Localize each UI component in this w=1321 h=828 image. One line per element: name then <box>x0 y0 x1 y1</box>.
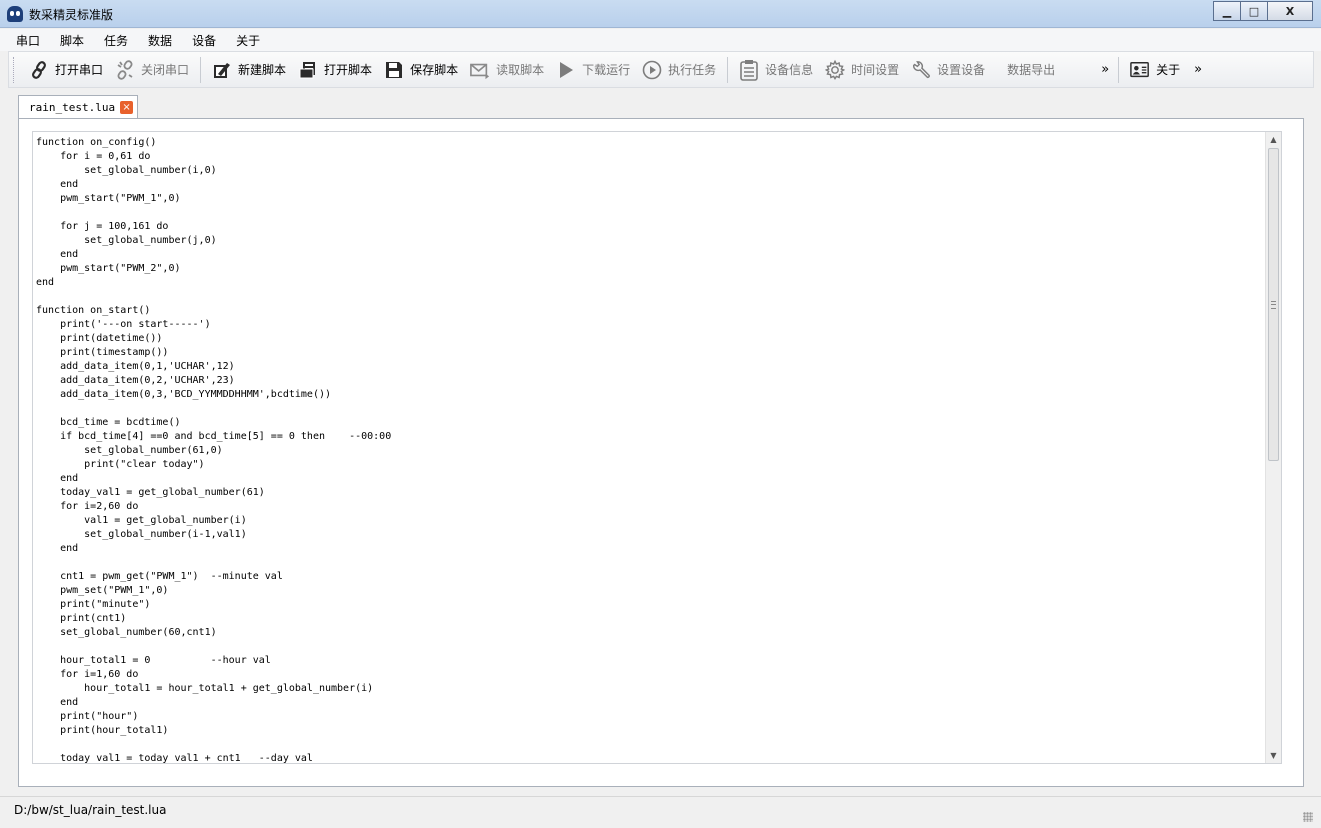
toolbar-separator <box>1118 56 1120 83</box>
save-script-label: 保存脚本 <box>410 63 459 77</box>
download-run-label: 下载运行 <box>582 63 631 77</box>
link-icon <box>29 60 49 80</box>
id-card-icon <box>1130 60 1150 80</box>
broken-link-icon <box>115 59 135 80</box>
toolbar: 打开串口 关闭串口 新建脚本 打开脚本 保存脚本 读取脚本 下载运行 执行任务 … <box>8 51 1314 88</box>
toolbar-separator <box>727 56 729 83</box>
new-document-pen-icon <box>212 60 232 80</box>
floppy-disk-icon <box>384 60 404 80</box>
menu-device[interactable]: 设备 <box>182 32 226 49</box>
new-script-label: 新建脚本 <box>238 63 287 77</box>
data-export-button[interactable]: 数据导出 <box>991 55 1061 85</box>
open-port-label: 打开串口 <box>55 63 104 77</box>
save-script-button[interactable]: 保存脚本 <box>378 55 464 85</box>
close-port-label: 关闭串口 <box>141 63 190 77</box>
scroll-down-arrow-icon[interactable]: ▼ <box>1266 748 1281 763</box>
menu-bar: 串口 脚本 任务 数据 设备 关于 <box>0 29 1321 51</box>
open-script-label: 打开脚本 <box>324 63 373 77</box>
close-button[interactable]: X <box>1267 1 1313 21</box>
status-file-path: D:/bw/st_lua/rain_test.lua <box>14 803 167 817</box>
window-title: 数采精灵标准版 <box>29 8 114 22</box>
status-bar: D:/bw/st_lua/rain_test.lua <box>0 796 1321 828</box>
close-port-button[interactable]: 关闭串口 <box>109 55 195 85</box>
editor-area: rain_test.lua × function on_config() for… <box>8 89 1314 793</box>
read-script-label: 读取脚本 <box>496 63 545 77</box>
device-info-button[interactable]: 设备信息 <box>733 55 819 85</box>
menu-about[interactable]: 关于 <box>226 32 270 49</box>
scrollbar-thumb[interactable] <box>1268 148 1279 461</box>
download-run-button[interactable]: 下载运行 <box>550 55 636 85</box>
device-settings-label: 设置设备 <box>937 63 986 77</box>
code-text[interactable]: function on_config() for i = 0,61 do set… <box>33 132 1281 763</box>
menu-data[interactable]: 数据 <box>138 32 182 49</box>
close-icon: X <box>1285 4 1295 18</box>
time-settings-button[interactable]: 时间设置 <box>819 55 905 85</box>
execute-task-label: 执行任务 <box>668 63 717 77</box>
tab-label: rain_test.lua <box>29 100 116 114</box>
title-bar: 数采精灵标准版 ▁ □ X <box>0 0 1321 28</box>
play-icon <box>556 60 576 80</box>
play-circle-icon <box>642 60 662 80</box>
gear-icon <box>825 59 846 80</box>
toolbar-separator <box>200 56 202 83</box>
open-document-icon <box>298 60 318 80</box>
open-port-button[interactable]: 打开串口 <box>23 55 109 85</box>
minimize-icon: ▁ <box>1222 4 1232 18</box>
tab-rain-test[interactable]: rain_test.lua × <box>18 95 139 118</box>
menu-serial-port[interactable]: 串口 <box>6 32 50 49</box>
minimize-button[interactable]: ▁ <box>1213 1 1241 21</box>
toolbar-grip[interactable] <box>13 56 17 83</box>
resize-grip-icon[interactable] <box>1303 812 1313 822</box>
maximize-icon: □ <box>1248 4 1260 18</box>
device-info-label: 设备信息 <box>765 63 814 77</box>
thumb-grip-icon <box>1271 301 1276 309</box>
close-tab-icon[interactable]: × <box>120 100 134 114</box>
code-editor[interactable]: function on_config() for i = 0,61 do set… <box>32 131 1282 764</box>
toolbar-overflow-chevron[interactable]: » <box>1097 62 1113 77</box>
editor-panel: function on_config() for i = 0,61 do set… <box>18 118 1304 787</box>
app-ghost-icon <box>7 6 23 22</box>
read-script-button[interactable]: 读取脚本 <box>464 55 550 85</box>
about-button[interactable]: 关于 <box>1124 55 1186 85</box>
menu-task[interactable]: 任务 <box>94 32 138 49</box>
toolbar-overflow-chevron-end[interactable]: » <box>1190 62 1206 77</box>
open-script-button[interactable]: 打开脚本 <box>292 55 378 85</box>
about-label: 关于 <box>1156 63 1181 77</box>
execute-task-button[interactable]: 执行任务 <box>636 55 722 85</box>
mail-read-icon <box>470 60 490 80</box>
device-settings-button[interactable]: 设置设备 <box>905 55 991 85</box>
menu-script[interactable]: 脚本 <box>50 32 94 49</box>
window-controls: ▁ □ X <box>1213 1 1313 21</box>
data-export-label: 数据导出 <box>1007 63 1056 77</box>
clipboard-list-icon <box>739 59 759 81</box>
vertical-scrollbar[interactable]: ▲ ▼ <box>1265 132 1281 763</box>
scroll-up-arrow-icon[interactable]: ▲ <box>1266 132 1281 147</box>
time-settings-label: 时间设置 <box>851 63 900 77</box>
new-script-button[interactable]: 新建脚本 <box>206 55 292 85</box>
wrench-icon <box>911 60 931 80</box>
maximize-button[interactable]: □ <box>1240 1 1268 21</box>
